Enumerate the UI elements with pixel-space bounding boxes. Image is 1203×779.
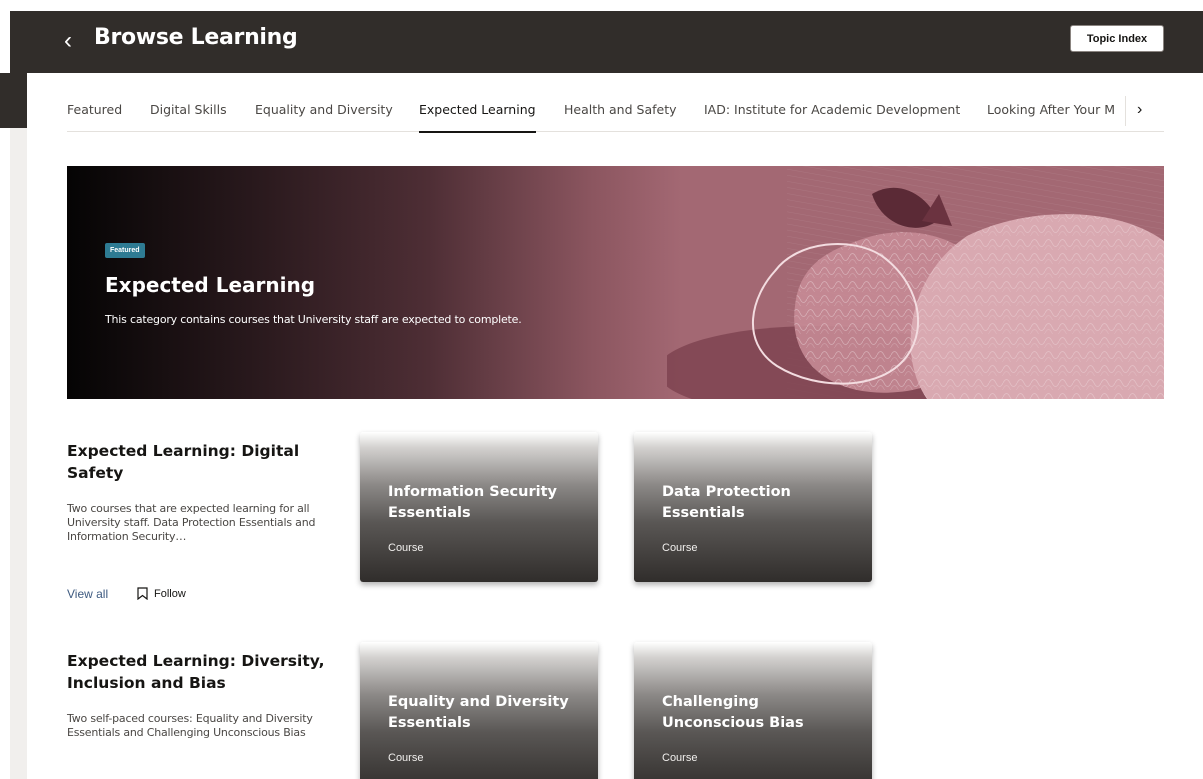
tab-separator bbox=[1125, 96, 1126, 126]
tab-digital-skills[interactable]: Digital Skills bbox=[150, 102, 227, 117]
course-title: Data Protection Essentials bbox=[662, 484, 791, 521]
tab-expected-learning[interactable]: Expected Learning bbox=[419, 102, 536, 133]
browse-learning-page: ‹ Browse Learning Topic Index Featured D… bbox=[0, 0, 1203, 779]
follow-button[interactable]: Follow bbox=[137, 587, 186, 600]
page-title: Browse Learning bbox=[94, 25, 298, 50]
course-title: Equality and Diversity Essentials bbox=[388, 694, 569, 731]
left-gutter bbox=[10, 128, 27, 779]
course-type: Course bbox=[388, 542, 424, 554]
course-type: Course bbox=[662, 752, 698, 764]
hero-banner: Featured Expected Learning This category… bbox=[67, 166, 1164, 399]
view-all-link[interactable]: View all bbox=[67, 587, 108, 601]
follow-label: Follow bbox=[154, 587, 186, 600]
course-type: Course bbox=[662, 542, 698, 554]
tab-health-and-safety[interactable]: Health and Safety bbox=[564, 102, 677, 117]
apple-illustration bbox=[667, 166, 1164, 399]
hero-description: This category contains courses that Univ… bbox=[105, 313, 522, 326]
section-description: Two self-paced courses: Equality and Div… bbox=[67, 712, 313, 739]
tab-featured[interactable]: Featured bbox=[67, 102, 122, 117]
top-header-bar: ‹ Browse Learning Topic Index bbox=[10, 11, 1203, 73]
course-title: Challenging Unconscious Bias bbox=[662, 694, 804, 731]
tab-equality-and-diversity[interactable]: Equality and Diversity bbox=[255, 102, 393, 117]
featured-badge: Featured bbox=[105, 243, 145, 258]
course-title: Information Security Essentials bbox=[388, 484, 557, 521]
tab-looking-after-your-mental-health[interactable]: Looking After Your M bbox=[987, 102, 1115, 117]
course-card[interactable]: Data Protection Essentials Course bbox=[634, 432, 872, 582]
hero-title: Expected Learning bbox=[105, 273, 316, 297]
category-tabs: Featured Digital Skills Equality and Div… bbox=[67, 92, 1164, 133]
section-title[interactable]: Expected Learning: Diversity, Inclusion … bbox=[67, 650, 337, 694]
bookmark-icon bbox=[137, 587, 148, 600]
left-gutter-top bbox=[0, 73, 27, 128]
topic-index-button[interactable]: Topic Index bbox=[1070, 25, 1164, 52]
section-title[interactable]: Expected Learning: Digital Safety bbox=[67, 440, 337, 484]
tab-overflow-clip: Looking After Your M bbox=[987, 92, 1127, 130]
course-card[interactable]: Information Security Essentials Course bbox=[360, 432, 598, 582]
course-card[interactable]: Challenging Unconscious Bias Course bbox=[634, 642, 872, 779]
section-description: Two courses that are expected learning f… bbox=[67, 502, 316, 543]
chevron-left-icon[interactable]: ‹ bbox=[64, 27, 86, 55]
chevron-right-icon[interactable]: › bbox=[1137, 101, 1157, 121]
tab-iad[interactable]: IAD: Institute for Academic Development bbox=[704, 102, 960, 117]
course-type: Course bbox=[388, 752, 424, 764]
course-card[interactable]: Equality and Diversity Essentials Course bbox=[360, 642, 598, 779]
